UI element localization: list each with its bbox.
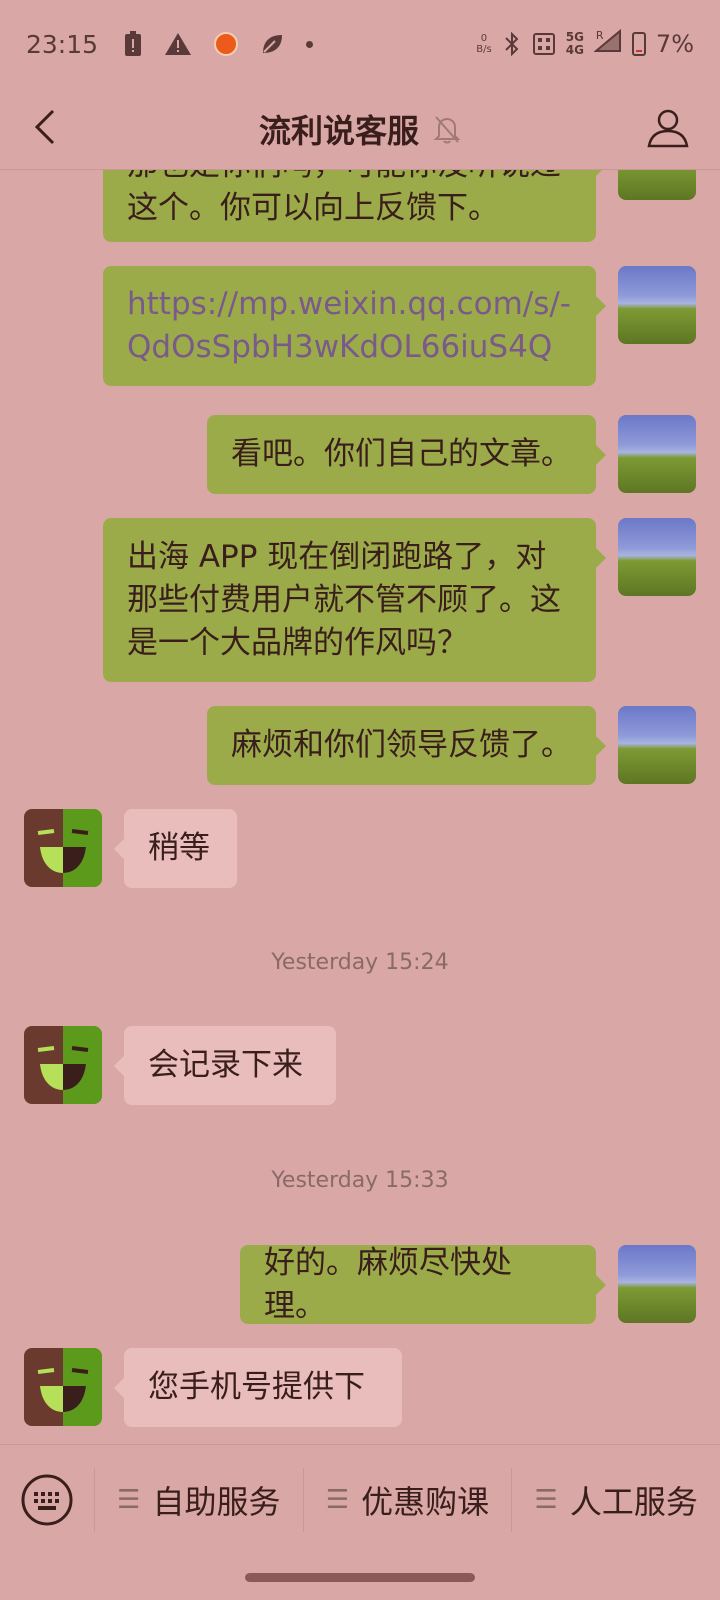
message-text: 您手机号提供下 xyxy=(148,1369,365,1405)
message-line: 出海 APP 现在倒闭跑路了，对 xyxy=(127,538,547,575)
message-line: 那些付费用户就不管不顾了。这 xyxy=(127,581,561,618)
network-type: 5G 4G xyxy=(566,31,584,57)
message-bubble-me[interactable]: 那也是你们吗，可能你没听说过 这个。你可以向上反馈下。 xyxy=(103,170,606,242)
battery-icon xyxy=(631,32,646,56)
message-bubble-me[interactable]: 看吧。你们自己的文章。 xyxy=(207,415,606,494)
keyboard-toggle-button[interactable] xyxy=(0,1445,94,1555)
back-button[interactable] xyxy=(20,102,70,152)
battery-alert-icon xyxy=(125,31,142,56)
chevron-left-icon xyxy=(34,109,55,145)
message-text: 好的。麻烦尽快处理。 xyxy=(264,1244,512,1324)
service-avatar[interactable] xyxy=(24,1026,102,1104)
notification-icons xyxy=(124,31,314,57)
roaming-indicator: R xyxy=(595,29,604,42)
menu-discount-course[interactable]: ☰ 优惠购课 xyxy=(302,1467,512,1532)
leaf-icon xyxy=(263,35,283,53)
message-bubble-me[interactable]: 好的。麻烦尽快处理。 xyxy=(240,1245,606,1324)
status-bar: 23:15 0 B/s 5G 4G R 7% xyxy=(0,0,720,88)
my-avatar[interactable] xyxy=(618,266,696,344)
person-icon xyxy=(647,109,689,148)
timestamp: Yesterday 15:24 xyxy=(271,950,449,975)
menu-lines-icon: ☰ xyxy=(534,1484,558,1515)
more-notifications-icon xyxy=(306,40,314,48)
system-icons: 0 B/s 5G 4G R 7% xyxy=(476,28,694,59)
network-bottom: 4G xyxy=(565,43,584,57)
smiley-face-icon xyxy=(37,1046,89,1090)
message-line: 是一个大品牌的作风吗？ xyxy=(127,624,468,661)
net-speed-value: 0 xyxy=(480,33,488,44)
warning-icon xyxy=(165,33,192,55)
profile-button[interactable] xyxy=(640,100,696,156)
message-line: 那也是你们吗，可能你没听说过 xyxy=(127,170,561,187)
message-bubble-them[interactable]: 稍等 xyxy=(114,809,237,888)
message-text: 会记录下来 xyxy=(148,1047,303,1083)
app-notification-icon xyxy=(214,32,239,56)
message-text: 麻烦和你们领导反馈了。 xyxy=(231,727,572,763)
menu-self-service[interactable]: ☰ 自助服务 xyxy=(94,1467,303,1532)
keyboard-icon xyxy=(21,1474,73,1525)
mute-bell-icon xyxy=(433,115,461,143)
bottom-menu-bar: ☰ 自助服务 ☰ 优惠购课 ☰ 人工服务 xyxy=(0,1444,720,1554)
timestamp: Yesterday 15:33 xyxy=(271,1168,449,1193)
menu-lines-icon: ☰ xyxy=(117,1484,141,1515)
net-speed: 0 B/s xyxy=(476,33,491,55)
menu-label: 优惠购课 xyxy=(361,1482,490,1521)
menu-label: 自助服务 xyxy=(152,1482,281,1521)
message-bubble-me[interactable]: 出海 APP 现在倒闭跑路了，对 那些付费用户就不管不顾了。这 是一个大品牌的作… xyxy=(103,518,606,682)
chat-title: 流利说客服 xyxy=(258,111,419,150)
menu-lines-icon: ☰ xyxy=(325,1484,350,1515)
net-speed-unit: B/s xyxy=(476,44,492,55)
chat-header: 流利说客服 xyxy=(0,88,720,170)
service-avatar[interactable] xyxy=(24,809,102,887)
message-bubble-me[interactable]: 麻烦和你们领导反馈了。 xyxy=(207,706,606,785)
smiley-face-icon xyxy=(37,1368,89,1412)
link-line: https://mp.weixin.qq.com/s/- xyxy=(127,286,571,322)
message-text: 稍等 xyxy=(148,830,210,866)
my-avatar[interactable] xyxy=(618,170,696,200)
link-line: QdOsSpbH3wKdOL66iuS4Q xyxy=(127,329,553,365)
my-avatar[interactable] xyxy=(618,706,696,784)
smiley-face-icon xyxy=(37,829,89,873)
message-text: 看吧。你们自己的文章。 xyxy=(231,436,572,472)
signal-icon: R xyxy=(593,28,622,59)
home-indicator[interactable] xyxy=(245,1573,475,1582)
status-time: 23:15 xyxy=(26,29,99,59)
bluetooth-icon xyxy=(505,31,519,57)
service-avatar[interactable] xyxy=(24,1348,102,1426)
my-avatar[interactable] xyxy=(618,518,696,596)
message-bubble-them[interactable]: 您手机号提供下 xyxy=(114,1348,402,1427)
title-wrap: 流利说客服 xyxy=(259,106,461,152)
vibrate-icon xyxy=(532,33,555,55)
my-avatar[interactable] xyxy=(618,415,696,493)
my-avatar[interactable] xyxy=(618,1245,696,1323)
message-line: 这个。你可以向上反馈下。 xyxy=(127,190,499,226)
menu-label: 人工服务 xyxy=(569,1482,698,1521)
message-bubble-them[interactable]: 会记录下来 xyxy=(114,1026,336,1105)
chat-area[interactable]: 那也是你们吗，可能你没听说过 这个。你可以向上反馈下。 https://mp.w… xyxy=(0,170,720,1444)
battery-percent: 7% xyxy=(655,30,694,58)
link-message-bubble[interactable]: https://mp.weixin.qq.com/s/- QdOsSpbH3wK… xyxy=(103,266,606,386)
menu-human-service[interactable]: ☰ 人工服务 xyxy=(511,1467,720,1532)
